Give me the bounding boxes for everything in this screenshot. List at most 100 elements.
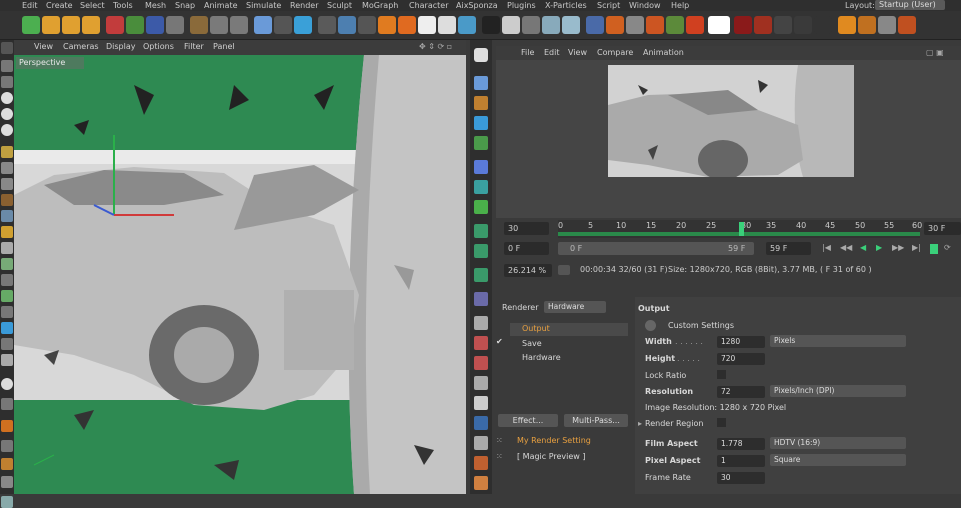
model-mode-icon[interactable] <box>1 60 13 72</box>
weight-icon[interactable] <box>1 338 13 350</box>
menu-help[interactable]: Help <box>671 0 689 11</box>
brush-tool-icon[interactable] <box>1 458 13 470</box>
rendered-frame[interactable] <box>608 65 854 177</box>
voronoi-icon[interactable] <box>474 396 488 410</box>
height-field[interactable]: 720 <box>717 353 765 365</box>
pixel-aspect-select[interactable]: Square <box>770 454 906 466</box>
menu-tools[interactable]: Tools <box>113 0 133 11</box>
pv-menu-view[interactable]: View <box>568 48 587 57</box>
pv-play-back-icon[interactable]: ◀ <box>860 243 866 252</box>
matrix-icon[interactable] <box>474 436 488 450</box>
curve-icon[interactable] <box>794 16 812 34</box>
menu-sculpt[interactable]: Sculpt <box>327 0 352 11</box>
pv-range-slider[interactable]: 0 F 59 F <box>558 242 754 255</box>
pv-play-icon[interactable]: ▶ <box>876 243 882 252</box>
pv-go-start-icon[interactable]: |◀ <box>822 243 831 252</box>
effector-icon[interactable] <box>474 336 488 350</box>
material-icon[interactable] <box>1 354 13 366</box>
fracture-icon[interactable] <box>474 376 488 390</box>
axis-mode-icon[interactable] <box>1 194 13 206</box>
render-view-icon[interactable] <box>190 16 208 34</box>
b-icon[interactable] <box>734 16 752 34</box>
render-region-checkbox[interactable] <box>717 418 726 427</box>
tracer-icon[interactable] <box>474 456 488 470</box>
square-icon[interactable] <box>878 16 896 34</box>
pv-menu-compare[interactable]: Compare <box>597 48 633 57</box>
multipass-button[interactable]: Multi-Pass... <box>564 414 628 427</box>
viewport-menu-options[interactable]: Options <box>143 42 174 51</box>
pv-max-field[interactable]: 59 F <box>766 242 811 255</box>
orange-tool-icon[interactable] <box>838 16 856 34</box>
render-region-icon[interactable] <box>474 48 488 62</box>
hex-tool-icon[interactable] <box>474 180 488 194</box>
menu-mograph[interactable]: MoGraph <box>362 0 398 11</box>
a-tool-icon[interactable] <box>474 136 488 150</box>
tweak-mode-icon[interactable] <box>1 210 13 222</box>
pv-window-icons[interactable]: ▢ ▣ <box>926 48 944 57</box>
menu-simulate[interactable]: Simulate <box>246 0 281 11</box>
menu-animate[interactable]: Animate <box>204 0 238 11</box>
menu-select[interactable]: Select <box>80 0 105 11</box>
viewport-menu-view[interactable]: View <box>34 42 53 51</box>
hex-icon[interactable] <box>606 16 624 34</box>
resolution-field[interactable]: 72 <box>717 386 765 398</box>
dome-icon[interactable] <box>774 16 792 34</box>
tree-item-save[interactable]: Save <box>522 339 542 348</box>
shield-icon[interactable] <box>586 16 604 34</box>
extra-tool-2-icon[interactable] <box>1 496 13 508</box>
pixel-aspect-field[interactable]: 1 <box>717 455 765 467</box>
x-lock-icon[interactable] <box>1 92 13 104</box>
render-setting-magic[interactable]: [ Magic Preview ] <box>517 452 586 461</box>
paint-tool-icon[interactable] <box>474 96 488 110</box>
pv-zoom-dropdown-icon[interactable] <box>558 265 570 275</box>
camera-icon[interactable] <box>358 16 376 34</box>
paint-icon[interactable] <box>1 306 13 318</box>
pv-prev-key-icon[interactable]: ◀◀ <box>840 243 852 252</box>
rotate-icon[interactable] <box>82 16 100 34</box>
deformer-icon[interactable] <box>318 16 336 34</box>
sphere-tool-icon[interactable] <box>474 224 488 238</box>
particle-icon[interactable] <box>474 268 488 282</box>
world-coords-icon[interactable] <box>166 16 184 34</box>
pv-min-field[interactable]: 0 F <box>504 242 549 255</box>
points-mode-icon[interactable] <box>1 146 13 158</box>
lock-ratio-checkbox[interactable] <box>717 370 726 379</box>
menu-render[interactable]: Render <box>290 0 318 11</box>
pv-menu-file[interactable]: File <box>521 48 534 57</box>
film-aspect-select[interactable]: HDTV (16:9) <box>770 437 906 449</box>
tree-item-output[interactable]: Output <box>522 324 550 333</box>
xp-emitter-icon[interactable] <box>398 16 416 34</box>
infinity-icon[interactable] <box>474 416 488 430</box>
mike-logo-icon[interactable] <box>708 16 730 34</box>
renderer-select[interactable]: Hardware <box>544 301 606 313</box>
field-icon[interactable] <box>474 316 488 330</box>
leaf-icon[interactable] <box>666 16 684 34</box>
pv-start-field[interactable]: 30 <box>504 222 549 235</box>
light-icon[interactable] <box>378 16 396 34</box>
nurbs-icon[interactable] <box>294 16 312 34</box>
menu-script[interactable]: Script <box>597 0 620 11</box>
film-aspect-field[interactable]: 1.778 <box>717 438 765 450</box>
render-settings-icon[interactable] <box>230 16 248 34</box>
extra-tool-icon[interactable] <box>1 476 13 488</box>
menu-mesh[interactable]: Mesh <box>145 0 166 11</box>
polygons-mode-icon[interactable] <box>1 178 13 190</box>
sound-icon[interactable] <box>474 476 488 490</box>
sphere-icon[interactable] <box>562 16 580 34</box>
pv-next-key-icon[interactable]: ▶▶ <box>892 243 904 252</box>
menu-edit[interactable]: Edit <box>22 0 38 11</box>
y-axis-icon[interactable] <box>126 16 144 34</box>
pv-playhead[interactable] <box>739 222 744 236</box>
viewport-menu-display[interactable]: Display <box>106 42 136 51</box>
workplane-icon[interactable] <box>1 226 13 238</box>
dynamics-icon[interactable] <box>474 292 488 306</box>
xp-modifier-icon[interactable] <box>458 16 476 34</box>
menu-plugins[interactable]: Plugins <box>507 0 536 11</box>
pv-frame-ruler[interactable]: 0 5 10 15 20 25 30 35 40 45 50 55 60 <box>558 220 922 238</box>
grid-tool-icon[interactable] <box>1 440 13 452</box>
width-unit-select[interactable]: Pixels <box>770 335 906 347</box>
tag-icon[interactable] <box>626 16 644 34</box>
resolution-unit-select[interactable]: Pixels/Inch (DPI) <box>770 385 906 397</box>
spline-icon[interactable] <box>274 16 292 34</box>
red-shield-icon[interactable] <box>754 16 772 34</box>
